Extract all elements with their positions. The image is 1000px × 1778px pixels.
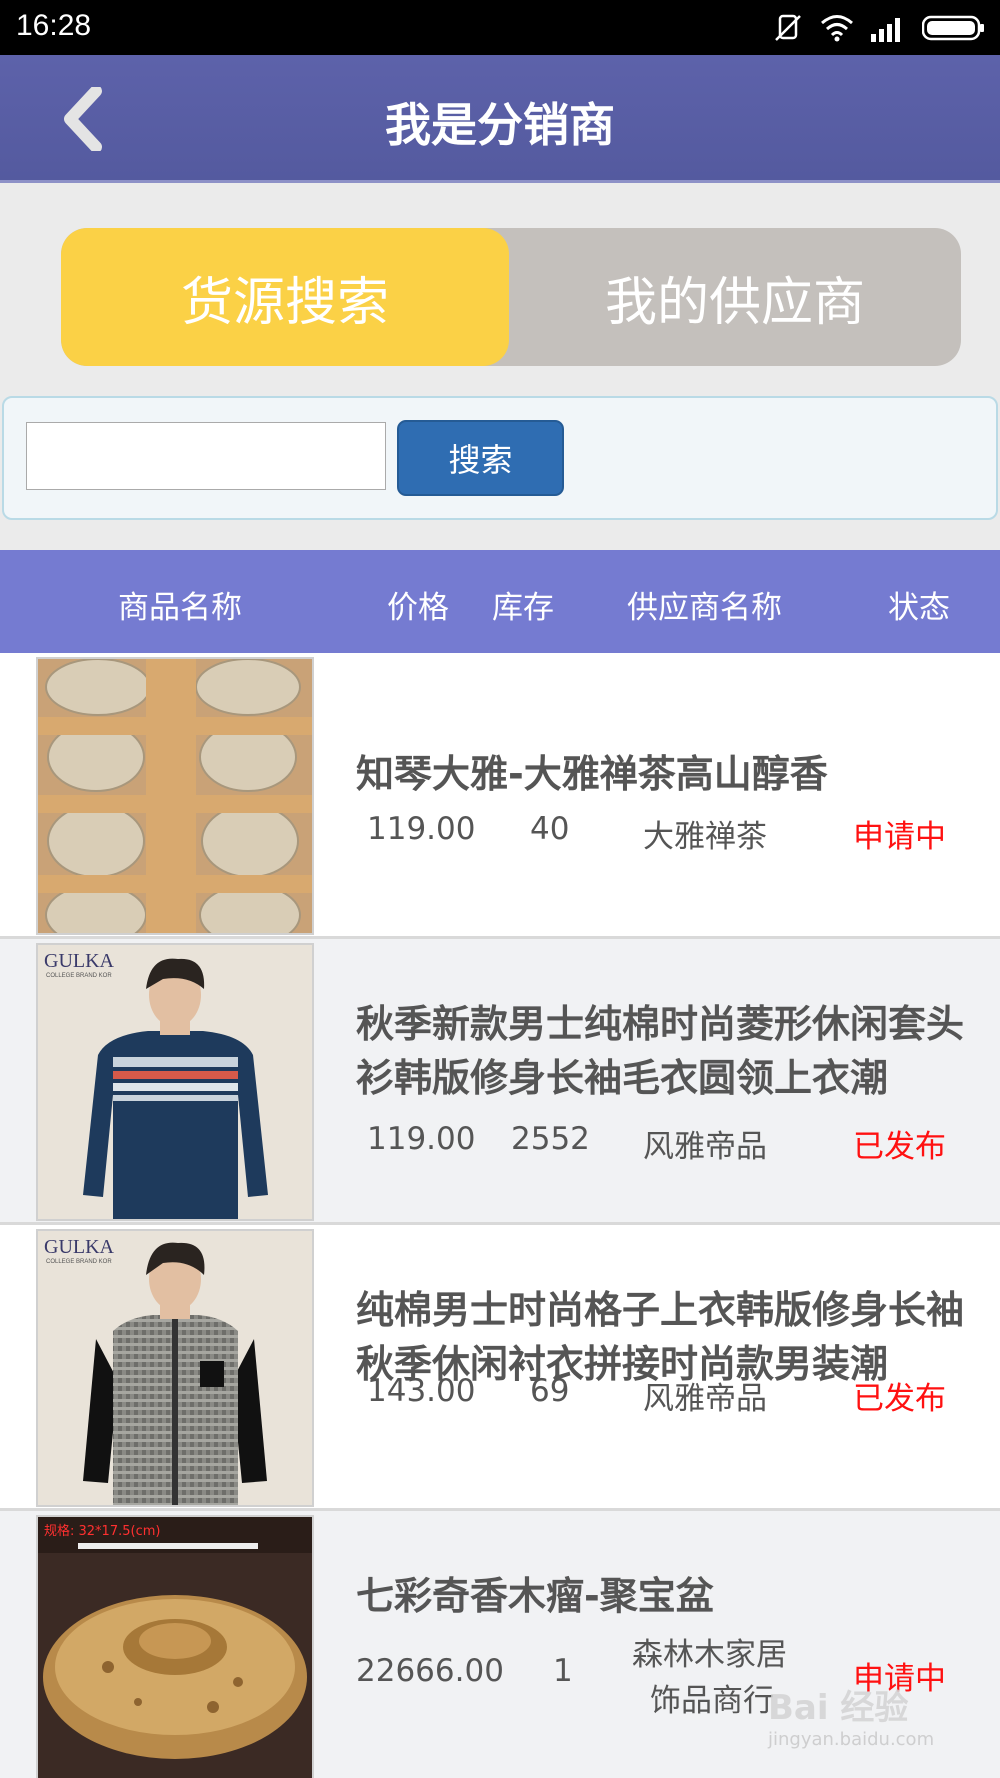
tab-source-search[interactable]: 货源搜索 — [61, 228, 509, 366]
mute-icon — [775, 14, 801, 41]
product-stock: 1 — [553, 1653, 573, 1689]
product-image — [36, 657, 314, 935]
product-stock: 69 — [530, 1373, 570, 1409]
table-row[interactable]: GULKA COLLEGE BRAND KOR 秋季新款男士纯棉时尚菱形休闲套头… — [0, 939, 1000, 1225]
column-header-price: 价格 — [387, 590, 449, 626]
product-image: GULKA COLLEGE BRAND KOR — [36, 943, 314, 1221]
brand-label: GULKA — [44, 950, 115, 972]
product-image: GULKA COLLEGE BRAND KOR — [36, 1229, 314, 1507]
product-price: 22666.00 — [356, 1653, 504, 1689]
brand-sub-label: COLLEGE BRAND KOR — [46, 973, 112, 979]
wifi-icon — [821, 15, 853, 42]
search-panel: 搜索 — [2, 396, 998, 520]
size-caption: 规格: 32*17.5(cm) — [44, 1523, 160, 1539]
brand-label: GULKA — [44, 1236, 115, 1258]
status-badge: 已发布 — [853, 1381, 946, 1417]
supplier-name-line2: 饰品商行 — [650, 1683, 774, 1719]
tab-switcher: 货源搜索 我的供应商 — [61, 228, 961, 366]
watermark-url: jingyan.baidu.com — [768, 1729, 935, 1750]
product-price: 119.00 — [367, 1121, 476, 1157]
table-row[interactable]: 知琴大雅-大雅禅茶高山醇香 119.00 40 大雅禅茶 申请中 — [0, 653, 1000, 939]
supplier-name: 森林木家居 — [632, 1637, 787, 1673]
app-bar: 我是分销商 — [0, 55, 1000, 183]
watermark-text: Bai 经验 — [768, 1688, 909, 1728]
product-stock: 40 — [530, 811, 570, 847]
status-badge: 已发布 — [853, 1129, 946, 1165]
search-button[interactable]: 搜索 — [397, 420, 564, 496]
baidu-watermark: Bai 经验 jingyan.baidu.com — [768, 1680, 934, 1750]
column-header-name: 商品名称 — [118, 590, 242, 626]
product-stock: 2552 — [511, 1121, 590, 1157]
product-image: 规格: 32*17.5(cm) — [36, 1515, 314, 1778]
status-bar: 16:28 — [0, 0, 1000, 55]
supplier-name: 风雅帝品 — [643, 1129, 767, 1165]
status-icons — [772, 12, 986, 44]
column-header-supplier: 供应商名称 — [627, 590, 782, 626]
status-time: 16:28 — [16, 9, 92, 42]
brand-sub-label: COLLEGE BRAND KOR — [46, 1259, 112, 1265]
product-name: 七彩奇香木瘤-聚宝盆 — [356, 1574, 714, 1618]
page-title: 我是分销商 — [385, 98, 615, 152]
table-header: 商品名称 价格 库存 供应商名称 状态 — [0, 550, 1000, 653]
table-row[interactable]: GULKA COLLEGE BRAND KOR 纯棉男士时尚格子上衣韩版修身长袖… — [0, 1225, 1000, 1511]
battery-icon — [922, 15, 984, 41]
product-name: 秋季新款男士纯棉时尚菱形休闲套头衫韩版修身长袖毛衣圆领上衣潮 — [356, 1002, 965, 1100]
tab-my-suppliers[interactable]: 我的供应商 — [509, 228, 961, 366]
supplier-name: 大雅禅茶 — [643, 819, 767, 855]
column-header-status: 状态 — [888, 590, 950, 626]
supplier-name: 风雅帝品 — [643, 1381, 767, 1417]
column-header-stock: 库存 — [492, 590, 554, 626]
search-input[interactable] — [26, 422, 386, 490]
product-name: 知琴大雅-大雅禅茶高山醇香 — [356, 752, 828, 796]
product-price: 143.00 — [367, 1373, 476, 1409]
product-price: 119.00 — [367, 811, 476, 847]
signal-icon — [871, 18, 900, 42]
status-badge: 申请中 — [853, 819, 946, 855]
